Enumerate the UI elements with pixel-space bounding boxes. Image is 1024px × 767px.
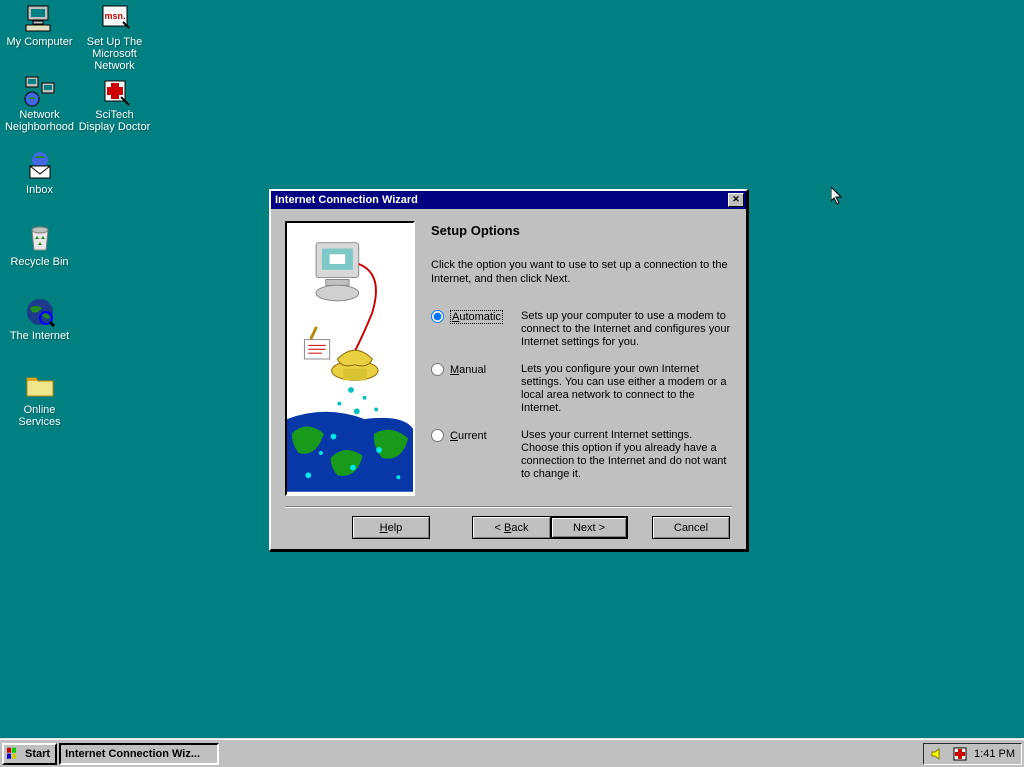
desktop-icon-scitech[interactable]: SciTech Display Doctor <box>77 75 152 133</box>
icon-label: Recycle Bin <box>2 256 77 268</box>
svg-text:msn.: msn. <box>104 11 125 21</box>
desktop-icon-inbox[interactable]: Inbox <box>2 150 77 196</box>
back-button[interactable]: < Back <box>472 516 550 539</box>
icon-label: Network Neighborhood <box>2 109 77 133</box>
icon-label: Set Up The Microsoft Network <box>77 36 152 72</box>
internet-icon <box>24 296 56 328</box>
wizard-instruction: Click the option you want to use to set … <box>431 258 732 286</box>
icon-label: The Internet <box>2 330 77 342</box>
tray-app-icon[interactable] <box>952 746 968 762</box>
network-icon <box>24 75 56 107</box>
wizard-heading: Setup Options <box>431 223 732 238</box>
wizard-window: Internet Connection Wizard ✕ <box>269 189 748 551</box>
display-doctor-icon <box>99 75 131 107</box>
icon-label: My Computer <box>2 36 77 48</box>
desktop-icon-recycle-bin[interactable]: Recycle Bin <box>2 222 77 268</box>
taskbar-task[interactable]: Internet Connection Wiz... <box>59 743 219 765</box>
inbox-icon <box>24 150 56 182</box>
cancel-button[interactable]: Cancel <box>652 516 730 539</box>
wizard-image <box>285 221 415 496</box>
option-desc-manual: Lets you configure your own Internet set… <box>521 363 732 415</box>
system-tray: 1:41 PM <box>923 743 1022 765</box>
window-title: Internet Connection Wizard <box>273 194 728 206</box>
clock[interactable]: 1:41 PM <box>974 748 1015 760</box>
desktop-icon-network-neighborhood[interactable]: Network Neighborhood <box>2 75 77 133</box>
desktop-icon-my-computer[interactable]: My Computer <box>2 2 77 48</box>
option-automatic: Automatic Sets up your computer to use a… <box>431 310 732 349</box>
option-desc-automatic: Sets up your computer to use a modem to … <box>521 310 732 349</box>
button-row: Help < Back Next > Cancel <box>285 516 732 539</box>
taskbar: Start Internet Connection Wiz... 1:41 PM <box>0 739 1024 767</box>
desktop-icon-online-services[interactable]: Online Services <box>2 370 77 428</box>
recycle-bin-icon <box>24 222 56 254</box>
computer-icon <box>24 2 56 34</box>
start-label: Start <box>25 748 50 760</box>
window-body: Setup Options Click the option you want … <box>271 209 746 549</box>
icon-label: Inbox <box>2 184 77 196</box>
next-button[interactable]: Next > <box>550 516 628 539</box>
option-desc-current: Uses your current Internet settings. Cho… <box>521 429 732 481</box>
divider <box>285 506 732 508</box>
close-button[interactable]: ✕ <box>728 193 744 207</box>
volume-icon[interactable] <box>930 746 946 762</box>
option-current: Current Uses your current Internet setti… <box>431 429 732 481</box>
radio-label-current[interactable]: Current <box>450 430 487 442</box>
desktop-icon-the-internet[interactable]: The Internet <box>2 296 77 342</box>
windows-flag-icon <box>6 747 22 761</box>
msn-icon: msn. <box>99 2 131 34</box>
task-label: Internet Connection Wiz... <box>65 748 200 760</box>
icon-label: Online Services <box>2 404 77 428</box>
radio-automatic[interactable] <box>431 310 444 323</box>
start-button[interactable]: Start <box>2 743 57 765</box>
titlebar[interactable]: Internet Connection Wizard ✕ <box>271 191 746 209</box>
radio-label-automatic[interactable]: Automatic <box>450 310 503 324</box>
folder-icon <box>24 370 56 402</box>
radio-manual[interactable] <box>431 363 444 376</box>
icon-label: SciTech Display Doctor <box>77 109 152 133</box>
desktop-icon-msn-setup[interactable]: msn. Set Up The Microsoft Network <box>77 2 152 72</box>
radio-current[interactable] <box>431 429 444 442</box>
help-button[interactable]: Help <box>352 516 430 539</box>
option-manual: Manual Lets you configure your own Inter… <box>431 363 732 415</box>
radio-label-manual[interactable]: Manual <box>450 364 486 376</box>
